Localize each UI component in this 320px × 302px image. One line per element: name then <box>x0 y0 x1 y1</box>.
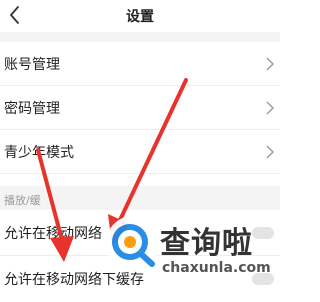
settings-item-account[interactable]: 账号管理 <box>0 42 280 86</box>
watermark-logo <box>106 216 160 270</box>
settings-item-label: 青少年模式 <box>4 144 74 161</box>
setting-row-label: 允许在移动网络 <box>4 225 102 242</box>
section-header-label: 播放/缓 <box>4 194 41 207</box>
settings-item-label: 密码管理 <box>4 100 60 117</box>
settings-item-label: 账号管理 <box>4 56 60 73</box>
watermark-text-en: chaxunla.com <box>162 260 271 276</box>
page-title: 设置 <box>126 9 154 25</box>
section-header-playback: 播放/缓 <box>0 186 280 210</box>
chevron-right-icon <box>266 101 274 114</box>
watermark-text-cn: 查询啦 <box>160 226 253 261</box>
chevron-right-icon <box>266 57 274 70</box>
settings-item-teen-mode[interactable]: 青少年模式 <box>0 130 280 174</box>
settings-item-password[interactable]: 密码管理 <box>0 86 280 130</box>
watermark: 查询啦 chaxunla.com <box>98 208 284 302</box>
magnifier-logo-icon <box>112 224 155 267</box>
chevron-right-icon <box>266 145 274 158</box>
top-bar: 设置 <box>0 0 280 32</box>
section-gap <box>0 32 280 42</box>
